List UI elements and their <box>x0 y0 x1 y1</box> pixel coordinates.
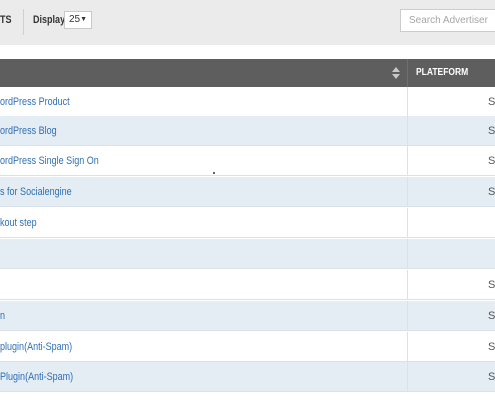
table-row: n S <box>0 301 495 331</box>
table-row: plugin(Anti-Spam) S <box>0 332 495 362</box>
table-row: ordPress Single Sign On S <box>0 146 495 176</box>
platform-cell: S <box>488 155 495 167</box>
platform-cell: S <box>488 186 495 198</box>
sort-icon[interactable] <box>392 67 400 79</box>
platform-cell: S <box>488 341 495 353</box>
advertiser-link[interactable]: Plugin(Anti-Spam) <box>0 371 73 383</box>
advertiser-link[interactable]: plugin(Anti-Spam) <box>0 341 72 353</box>
cell-divider <box>407 116 408 145</box>
cell-divider <box>407 270 408 299</box>
cell-divider <box>407 301 408 330</box>
toolbar-divider <box>23 9 24 35</box>
toolbar-title: TS <box>0 14 12 26</box>
cell-divider <box>407 177 408 206</box>
cell-divider <box>407 362 408 391</box>
platform-cell: S <box>488 96 495 108</box>
header-divider <box>407 59 408 87</box>
advertiser-link[interactable]: ordPress Single Sign On <box>0 155 99 167</box>
cell-divider <box>407 239 408 268</box>
table-header: PLATEFORM <box>0 59 495 87</box>
platform-cell: S <box>488 279 495 291</box>
table-row: kout step <box>0 208 495 238</box>
advertiser-link[interactable]: n <box>0 310 5 322</box>
caret-down-icon: ▼ <box>80 16 87 23</box>
display-count-value: 25 <box>69 14 81 25</box>
advertiser-link[interactable]: s for Socialengine <box>0 186 72 198</box>
advertiser-link[interactable]: ordPress Blog <box>0 125 57 137</box>
cell-divider <box>407 146 408 175</box>
cell-divider <box>407 208 408 237</box>
table-row: S <box>0 270 495 300</box>
search-advertiser-input[interactable] <box>400 9 495 32</box>
display-label: Display <box>33 14 66 26</box>
table-row <box>0 239 495 269</box>
toolbar: TS Display 25 ▼ <box>0 0 495 45</box>
platform-cell: S <box>488 371 495 383</box>
advertiser-link[interactable]: ordPress Product <box>0 96 70 108</box>
table-row: s for Socialengine S <box>0 177 495 207</box>
cell-divider <box>407 87 408 116</box>
cursor-dot <box>213 172 215 174</box>
advertiser-link[interactable]: kout step <box>0 217 37 229</box>
table-row: ordPress Blog S <box>0 116 495 146</box>
cell-divider <box>407 332 408 361</box>
platform-cell: S <box>488 125 495 137</box>
platform-cell: S <box>488 310 495 322</box>
platform-column-header[interactable]: PLATEFORM <box>416 67 468 78</box>
table-row: Plugin(Anti-Spam) S <box>0 362 495 392</box>
display-count-select[interactable]: 25 ▼ <box>64 11 92 29</box>
table-row: ordPress Product S <box>0 87 495 117</box>
